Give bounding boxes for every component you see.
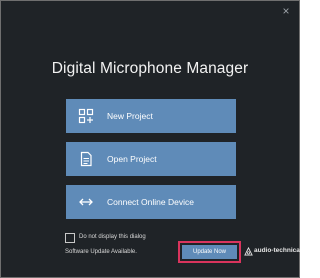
title-bar: × bbox=[1, 1, 299, 21]
do-not-display-label[interactable]: Do not display this dialog bbox=[79, 232, 146, 242]
start-dialog: × Digital Microphone Manager New Project… bbox=[0, 0, 300, 278]
new-project-label: New Project bbox=[107, 111, 153, 121]
update-now-button[interactable]: Update Now bbox=[182, 245, 237, 259]
brand-name: audio-technica bbox=[254, 247, 300, 254]
update-available-text: Software Update Available. bbox=[65, 249, 137, 255]
document-icon bbox=[80, 151, 92, 167]
app-title: Digital Microphone Manager bbox=[51, 60, 249, 77]
new-project-button[interactable]: New Project bbox=[66, 99, 236, 133]
new-project-icon bbox=[78, 108, 94, 124]
audio-technica-logo-icon bbox=[244, 247, 253, 256]
connect-online-device-label: Connect Online Device bbox=[107, 197, 194, 207]
do-not-display-checkbox[interactable] bbox=[65, 233, 75, 243]
open-project-label: Open Project bbox=[107, 154, 157, 164]
close-icon[interactable]: × bbox=[279, 4, 293, 18]
bidirectional-arrow-icon bbox=[79, 198, 93, 206]
connect-online-device-button[interactable]: Connect Online Device bbox=[66, 185, 236, 219]
open-project-button[interactable]: Open Project bbox=[66, 142, 236, 176]
